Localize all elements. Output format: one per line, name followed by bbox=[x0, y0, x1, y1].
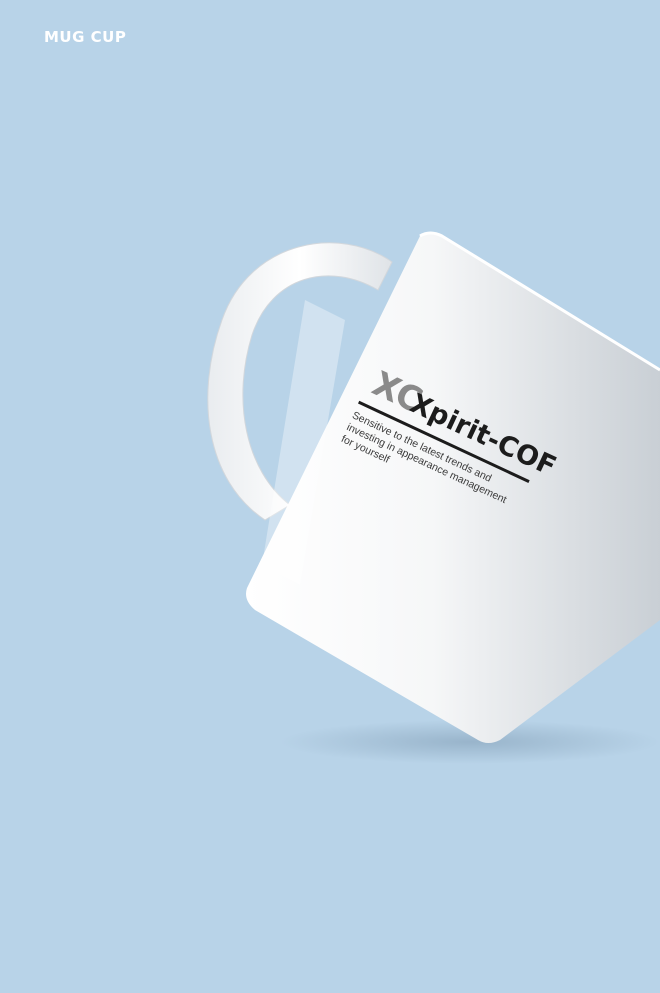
mug-product-photo: XC Xpirit-COF Sensitive to the latest tr… bbox=[207, 231, 660, 764]
